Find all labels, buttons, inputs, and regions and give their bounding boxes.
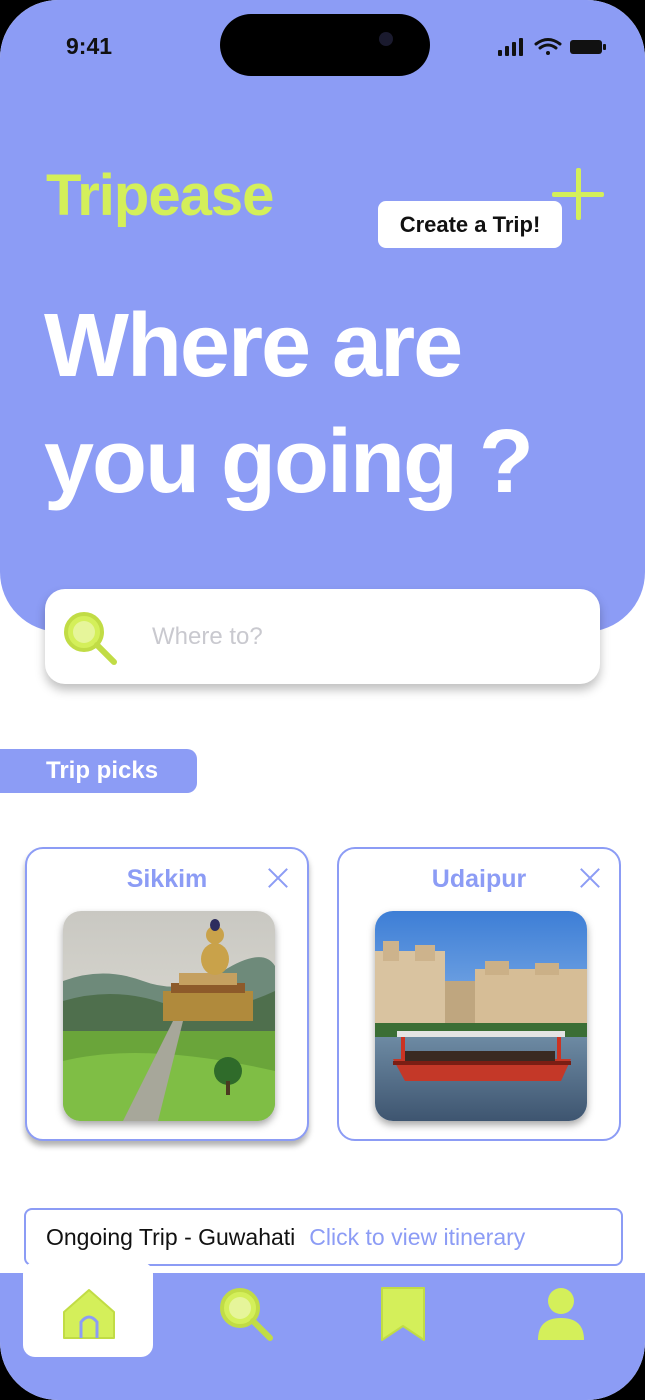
home-icon[interactable]: [60, 1284, 118, 1342]
ongoing-trip-title: Ongoing Trip - Guwahati: [46, 1223, 296, 1250]
udaipur-image: [375, 911, 587, 1121]
wifi-icon: [534, 38, 562, 55]
close-icon[interactable]: [579, 867, 601, 889]
status-time: 9:41: [66, 33, 113, 59]
dynamic-island: [220, 14, 430, 76]
trip-picks-label: Trip picks: [0, 749, 197, 793]
search-input[interactable]: [150, 612, 574, 662]
camera-dot: [379, 32, 393, 46]
sikkim-image: [63, 911, 275, 1121]
status-icons: [498, 38, 606, 56]
view-itinerary-link[interactable]: Click to view itinerary: [309, 1224, 525, 1251]
search-nav-icon[interactable]: [216, 1284, 274, 1342]
create-trip-button[interactable]: Create a Trip!: [378, 201, 562, 248]
trip-card-title: Sikkim: [126, 865, 208, 893]
page-headline: Where are you going ?: [44, 288, 604, 520]
battery-icon: [570, 40, 606, 54]
close-icon[interactable]: [267, 867, 289, 889]
signal-icon: [498, 38, 523, 56]
trip-card-title: Udaipur: [431, 865, 527, 893]
app-logo: Tripease: [46, 163, 274, 228]
ongoing-trip-banner[interactable]: Ongoing Trip - Guwahati Click to view it…: [24, 1208, 623, 1266]
headline-line-1: Where are: [44, 296, 463, 396]
profile-icon[interactable]: [536, 1286, 586, 1342]
search-icon: [64, 612, 117, 665]
phone-screen: 9:41 Tripease Create a Trip! Where are y…: [0, 0, 645, 1400]
headline-line-2: you going ?: [44, 412, 534, 512]
trip-card-udaipur[interactable]: Udaipur: [337, 847, 621, 1141]
bookmark-icon[interactable]: [380, 1286, 426, 1342]
trip-card-sikkim[interactable]: Sikkim: [25, 847, 309, 1141]
